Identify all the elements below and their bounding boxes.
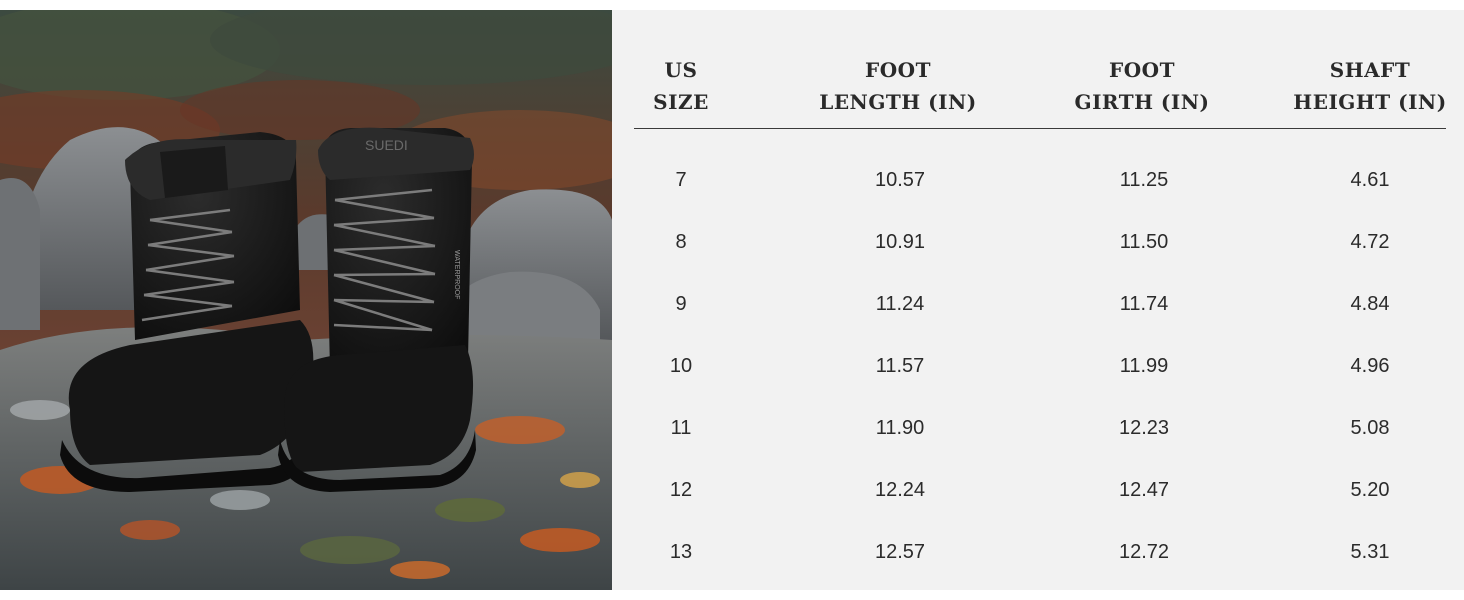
product-photo: SUEDI WATERPROOF [0, 10, 612, 590]
cell-shaft-height: 5.31 [1350, 541, 1390, 563]
column-header-foot-length: FOOT LENGTH (IN) [798, 54, 998, 118]
cell-foot-length: 12.57 [874, 541, 926, 563]
table-row: 12 12.24 12.47 5.20 [612, 470, 1464, 510]
header-line: SHAFT [1329, 58, 1411, 82]
cell-foot-girth: 11.25 [1119, 169, 1169, 191]
header-line: FOOT [865, 58, 931, 82]
cell-us-size: 10 [669, 355, 693, 377]
cell-us-size: 11 [670, 417, 692, 439]
cell-shaft-height: 4.96 [1350, 355, 1390, 377]
header-divider [634, 128, 1446, 129]
cell-foot-length: 10.91 [874, 231, 926, 253]
cell-shaft-height: 4.61 [1350, 169, 1390, 191]
cell-us-size: 12 [669, 479, 693, 501]
cell-foot-girth: 12.47 [1118, 479, 1170, 501]
table-row: 11 11.90 12.23 5.08 [612, 408, 1464, 448]
table-row: 10 11.57 11.99 4.96 [612, 346, 1464, 386]
table-row: 13 12.57 12.72 5.31 [612, 532, 1464, 572]
size-chart-table: US SIZE FOOT LENGTH (IN) FOOT GIRTH (IN)… [612, 10, 1464, 590]
column-header-shaft-height: SHAFT HEIGHT (IN) [1270, 54, 1464, 118]
cell-us-size: 7 [675, 169, 687, 191]
boot-tongue-label: WATERPROOF [453, 250, 460, 299]
header-line: FOOT [1109, 58, 1175, 82]
cell-foot-girth: 12.23 [1118, 417, 1170, 439]
header-line: HEIGHT (IN) [1293, 90, 1447, 114]
cell-shaft-height: 4.72 [1350, 231, 1390, 253]
table-row: 8 10.91 11.50 4.72 [612, 222, 1464, 262]
column-header-foot-girth: FOOT GIRTH (IN) [1042, 54, 1242, 118]
cell-foot-length: 12.24 [874, 479, 926, 501]
column-header-us-size: US SIZE [641, 54, 721, 118]
header-line: LENGTH (IN) [819, 90, 977, 114]
boots-on-rock-image: SUEDI WATERPROOF [0, 10, 612, 590]
cell-shaft-height: 4.84 [1350, 293, 1390, 315]
cell-foot-girth: 11.74 [1119, 293, 1169, 315]
cell-us-size: 13 [669, 541, 693, 563]
size-chart-banner: SUEDI WATERPROOF US SIZE FOOT LENGTH (IN… [0, 10, 1464, 590]
cell-us-size: 9 [675, 293, 687, 315]
cell-foot-girth: 12.72 [1118, 541, 1170, 563]
header-line: US [664, 58, 698, 82]
cell-foot-girth: 11.50 [1119, 231, 1169, 253]
table-row: 7 10.57 11.25 4.61 [612, 160, 1464, 200]
cell-foot-length: 11.57 [875, 355, 925, 377]
table-row: 9 11.24 11.74 4.84 [612, 284, 1464, 324]
cell-shaft-height: 5.20 [1350, 479, 1390, 501]
header-line: GIRTH (IN) [1074, 90, 1210, 114]
cell-us-size: 8 [675, 231, 687, 253]
cell-foot-girth: 11.99 [1119, 355, 1169, 377]
cell-foot-length: 11.90 [875, 417, 925, 439]
cell-foot-length: 11.24 [875, 293, 925, 315]
header-line: SIZE [653, 90, 709, 114]
cell-shaft-height: 5.08 [1350, 417, 1390, 439]
boot-brand-mark: SUEDI [365, 137, 408, 153]
cell-foot-length: 10.57 [874, 169, 926, 191]
